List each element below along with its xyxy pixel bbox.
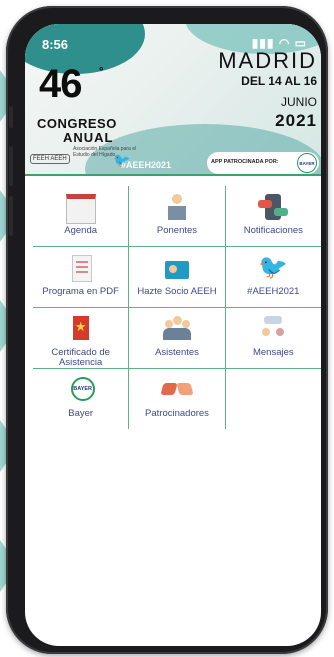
association-name: Asociación Española para el Estudio del …: [73, 146, 137, 158]
certificate-star-icon: ★: [66, 316, 96, 342]
menu-item-asistentes[interactable]: Asistentes: [129, 308, 226, 368]
banner-divider: [25, 174, 321, 176]
menu-item-label: Notificaciones: [243, 225, 303, 236]
menu-row: ★ Certificado de Asistencia Asistentes M…: [33, 308, 321, 369]
menu-item-label: Patrocinadores: [145, 408, 209, 419]
menu-item-patrocinadores[interactable]: Patrocinadores: [129, 369, 226, 429]
document-icon: [66, 255, 96, 282]
congress-banner: 8:56 ▮▮▮ ◠ ▭ 46 ° CONGRESO ANUAL Asociac…: [25, 24, 321, 176]
congress-number: 46: [39, 62, 82, 106]
chat-people-icon: [258, 316, 288, 342]
id-card-icon: [162, 255, 192, 281]
app-screen: 8:56 ▮▮▮ ◠ ▭ 46 ° CONGRESO ANUAL Asociac…: [25, 24, 321, 646]
volume-button: [9, 196, 13, 236]
menu-grid: Agenda Ponentes Notificaciones Programa …: [33, 186, 321, 429]
phone-chat-icon: [258, 194, 289, 220]
menu-item-notificaciones[interactable]: Notificaciones: [226, 186, 321, 246]
handshake-icon: [160, 377, 194, 403]
menu-item-label: #AEEH2021: [247, 286, 300, 297]
city-name: MADRID: [218, 48, 317, 73]
volume-button: [9, 146, 13, 186]
people-group-icon: [162, 316, 192, 342]
congress-title-line2: ANUAL: [63, 130, 114, 145]
menu-item-label: Mensajes: [252, 347, 294, 358]
bayer-logo-icon: BAYER: [297, 153, 317, 173]
calendar-icon: [65, 194, 96, 224]
menu-item-label: Hazte Socio AEEH: [137, 286, 217, 297]
event-dates: DEL 14 AL 16: [241, 74, 317, 88]
org-logo: FEEH AEEH: [30, 154, 70, 164]
congress-title-line1: CONGRESO: [37, 116, 117, 131]
phone-frame: 8:56 ▮▮▮ ◠ ▭ 46 ° CONGRESO ANUAL Asociac…: [6, 6, 328, 654]
twitter-bird-icon: 🐦: [258, 254, 289, 281]
degree-mark: °: [99, 66, 104, 78]
sponsor-text: APP PATROCINADA POR:: [211, 159, 279, 165]
menu-item-agenda[interactable]: Agenda: [33, 186, 130, 246]
menu-item-label: Bayer: [68, 408, 94, 419]
menu-item-hashtag[interactable]: 🐦 #AEEH2021: [226, 247, 321, 307]
sponsor-pill: APP PATROCINADA POR: BAYER: [207, 152, 319, 174]
menu-item-ponentes[interactable]: Ponentes: [129, 186, 226, 246]
menu-row: BAYER Bayer Patrocinadores: [33, 369, 321, 429]
side-button: [9, 106, 13, 128]
menu-item-bayer[interactable]: BAYER Bayer: [33, 369, 130, 429]
menu-item-mensajes[interactable]: Mensajes: [226, 308, 321, 368]
speaker-podium-icon: [162, 194, 192, 220]
menu-item-certificado[interactable]: ★ Certificado de Asistencia: [33, 308, 130, 368]
event-year: 2021: [275, 111, 317, 130]
bayer-logo-icon: BAYER: [66, 377, 96, 403]
menu-item-label: Ponentes: [156, 225, 198, 236]
menu-item-label: Asistentes: [155, 347, 199, 358]
banner-hashtag: #AEEH2021: [121, 160, 172, 170]
menu-row: Programa en PDF Hazte Socio AEEH 🐦 #AEEH…: [33, 247, 321, 308]
menu-item-hazte-socio[interactable]: Hazte Socio AEEH: [129, 247, 226, 307]
menu-item-label: Agenda: [64, 225, 98, 236]
menu-item-label: Certificado de Asistencia: [51, 347, 110, 368]
menu-item-programa-pdf[interactable]: Programa en PDF: [33, 247, 130, 307]
menu-item-label: Programa en PDF: [42, 286, 119, 297]
menu-row: Agenda Ponentes Notificaciones: [33, 186, 321, 247]
event-month: JUNIO: [281, 95, 317, 109]
status-time: 8:56: [42, 37, 69, 52]
